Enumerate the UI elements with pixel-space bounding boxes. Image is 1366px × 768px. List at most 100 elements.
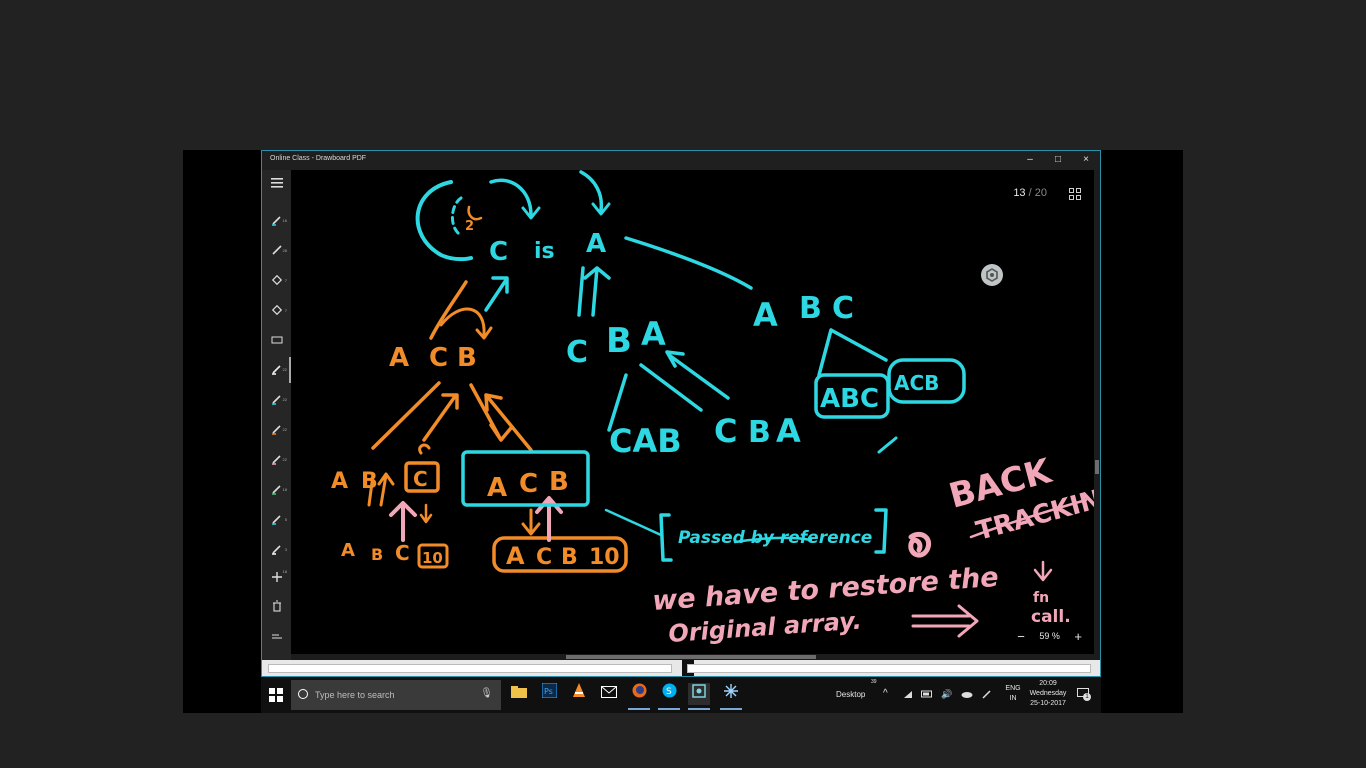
firefox-icon[interactable] [628,683,650,710]
cyan-bracket-left [659,513,673,562]
pen-tool-4-icon[interactable]: 22 [266,422,288,442]
taskbar-search-box[interactable]: Type here to search 🎙 [291,680,501,710]
orange-label: B [457,343,477,373]
cyan-label: B [606,321,632,361]
photoshop-icon[interactable]: Ps [538,682,560,705]
cyan-label: ACB [894,371,939,395]
orange-label: C [429,343,448,373]
cyan-loop-stroke [415,180,473,262]
pen-tool-1-icon[interactable]: 16 [266,213,288,233]
tool-badge: 28 [282,248,287,253]
orange-arrow-stroke [469,383,513,442]
notification-count: 1 [1083,693,1091,701]
zoom-out-button[interactable]: − [1017,629,1025,644]
cyan-pointer-line [604,508,663,537]
orange-small-stroke [418,443,431,455]
page-total: 20 [1034,187,1047,199]
drawboard-window: Online Class - Drawboard PDF – □ × 16 28… [261,150,1101,677]
orange-label: B [549,467,569,497]
cyan-label: A [776,412,801,450]
cyan-label: B [748,415,771,450]
page-slider-left[interactable] [268,664,672,673]
language-code: ENG [1005,685,1021,692]
network-status-icon[interactable] [903,690,913,703]
file-explorer-icon[interactable] [508,683,530,705]
show-hidden-icons-chevron-icon[interactable]: ^ [883,689,888,699]
cyan-dashed-stroke [451,196,463,236]
tool-badge: 18 [282,569,287,574]
taskbar-clock[interactable]: 20:09 Wednesday 25-10-2017 [1026,679,1070,709]
cyan-short-stroke [877,436,898,454]
cyan-arrow-stroke [579,170,604,212]
search-placeholder: Type here to search [315,690,395,700]
scrollbar-thumb[interactable] [1095,460,1099,474]
clock-time: 20:09 [1039,680,1057,687]
page-grid-icon[interactable] [1069,188,1082,201]
pen-tool-6-icon[interactable]: 18 [266,482,288,502]
tool-badge: 22 [282,397,287,402]
maximize-button[interactable]: □ [1045,152,1071,168]
eraser-tool-icon[interactable]: 7 [266,273,288,293]
cyan-label: B [799,291,822,326]
orange-label: A [389,343,409,373]
onedrive-cloud-icon[interactable] [961,690,973,702]
cortana-icon [298,689,308,699]
pen-tool-3-icon[interactable]: 22 [266,392,288,412]
volume-icon[interactable]: 🔊 [941,689,952,699]
pencil-tool-icon[interactable]: 28 [266,243,288,263]
vertical-scrollbar[interactable] [1094,170,1100,660]
region-code: IN [1009,695,1017,702]
orange-arrow-stroke [422,393,459,442]
keyboard-tool-icon[interactable] [266,332,288,352]
cyan-double-arrow [577,266,611,317]
cyan-label: C [714,412,737,450]
clock-day: Wednesday [1029,690,1067,697]
orange-label: C [413,467,428,491]
orange-line [371,381,441,450]
vlc-icon[interactable] [568,683,590,705]
desktop-toolbar-label[interactable]: Desktop [836,690,865,700]
pen-tool-8-icon[interactable]: 3 [266,542,288,562]
window-bottom-strip [262,660,1100,676]
window-title: Online Class - Drawboard PDF [270,155,367,162]
page-counter: 13 / 20 [1013,187,1047,199]
collapse-sidebar-icon[interactable] [266,628,288,648]
scrollbar-thumb[interactable] [566,655,816,659]
tool-badge: 18 [282,487,287,492]
pen-workspace-icon[interactable] [982,689,992,703]
snowflake-app-icon[interactable] [720,683,742,710]
tool-badge: 7 [284,278,287,283]
action-center-icon[interactable]: 1 [1076,688,1091,703]
language-indicator[interactable]: ENG IN [1002,684,1024,704]
skype-icon[interactable]: S [658,683,680,710]
drawing-canvas[interactable]: C is A A B C C B A CAB C B A ABC ACB Pas… [291,170,1097,660]
tool-badge: 5 [284,517,287,522]
tool-badge: 7 [284,308,287,313]
cyan-line [624,236,753,290]
orange-label: 10 [422,549,443,567]
tool-badge: 22 [282,367,287,372]
settings-float-icon[interactable] [981,264,1003,286]
add-tool-icon[interactable]: 18 [266,569,288,590]
microphone-icon[interactable]: 🎙 [480,688,493,699]
close-button[interactable]: × [1073,152,1099,168]
windows-start-icon[interactable] [269,688,283,702]
battery-icon[interactable] [921,690,933,702]
pen-tool-7-icon[interactable]: 5 [266,512,288,532]
trash-icon[interactable] [266,599,288,619]
mail-icon[interactable] [598,683,620,705]
orange-label: A [487,473,507,503]
page-slider-right[interactable] [687,664,1091,673]
hamburger-menu-icon[interactable] [266,175,288,195]
desktop-badge: 39 [871,679,877,685]
pen-tool-2-icon[interactable]: 22 [266,362,288,382]
drawboard-taskbar-icon[interactable] [688,683,710,710]
minimize-button[interactable]: – [1017,152,1043,168]
area-eraser-tool-icon[interactable]: 7 [266,303,288,323]
cyan-label: A [753,296,778,334]
pen-tool-5-icon[interactable]: 22 [266,452,288,472]
cyan-line [817,328,888,377]
orange-label: 10 [589,545,620,570]
zoom-in-button[interactable]: + [1074,629,1082,644]
orange-label: B [361,469,378,494]
